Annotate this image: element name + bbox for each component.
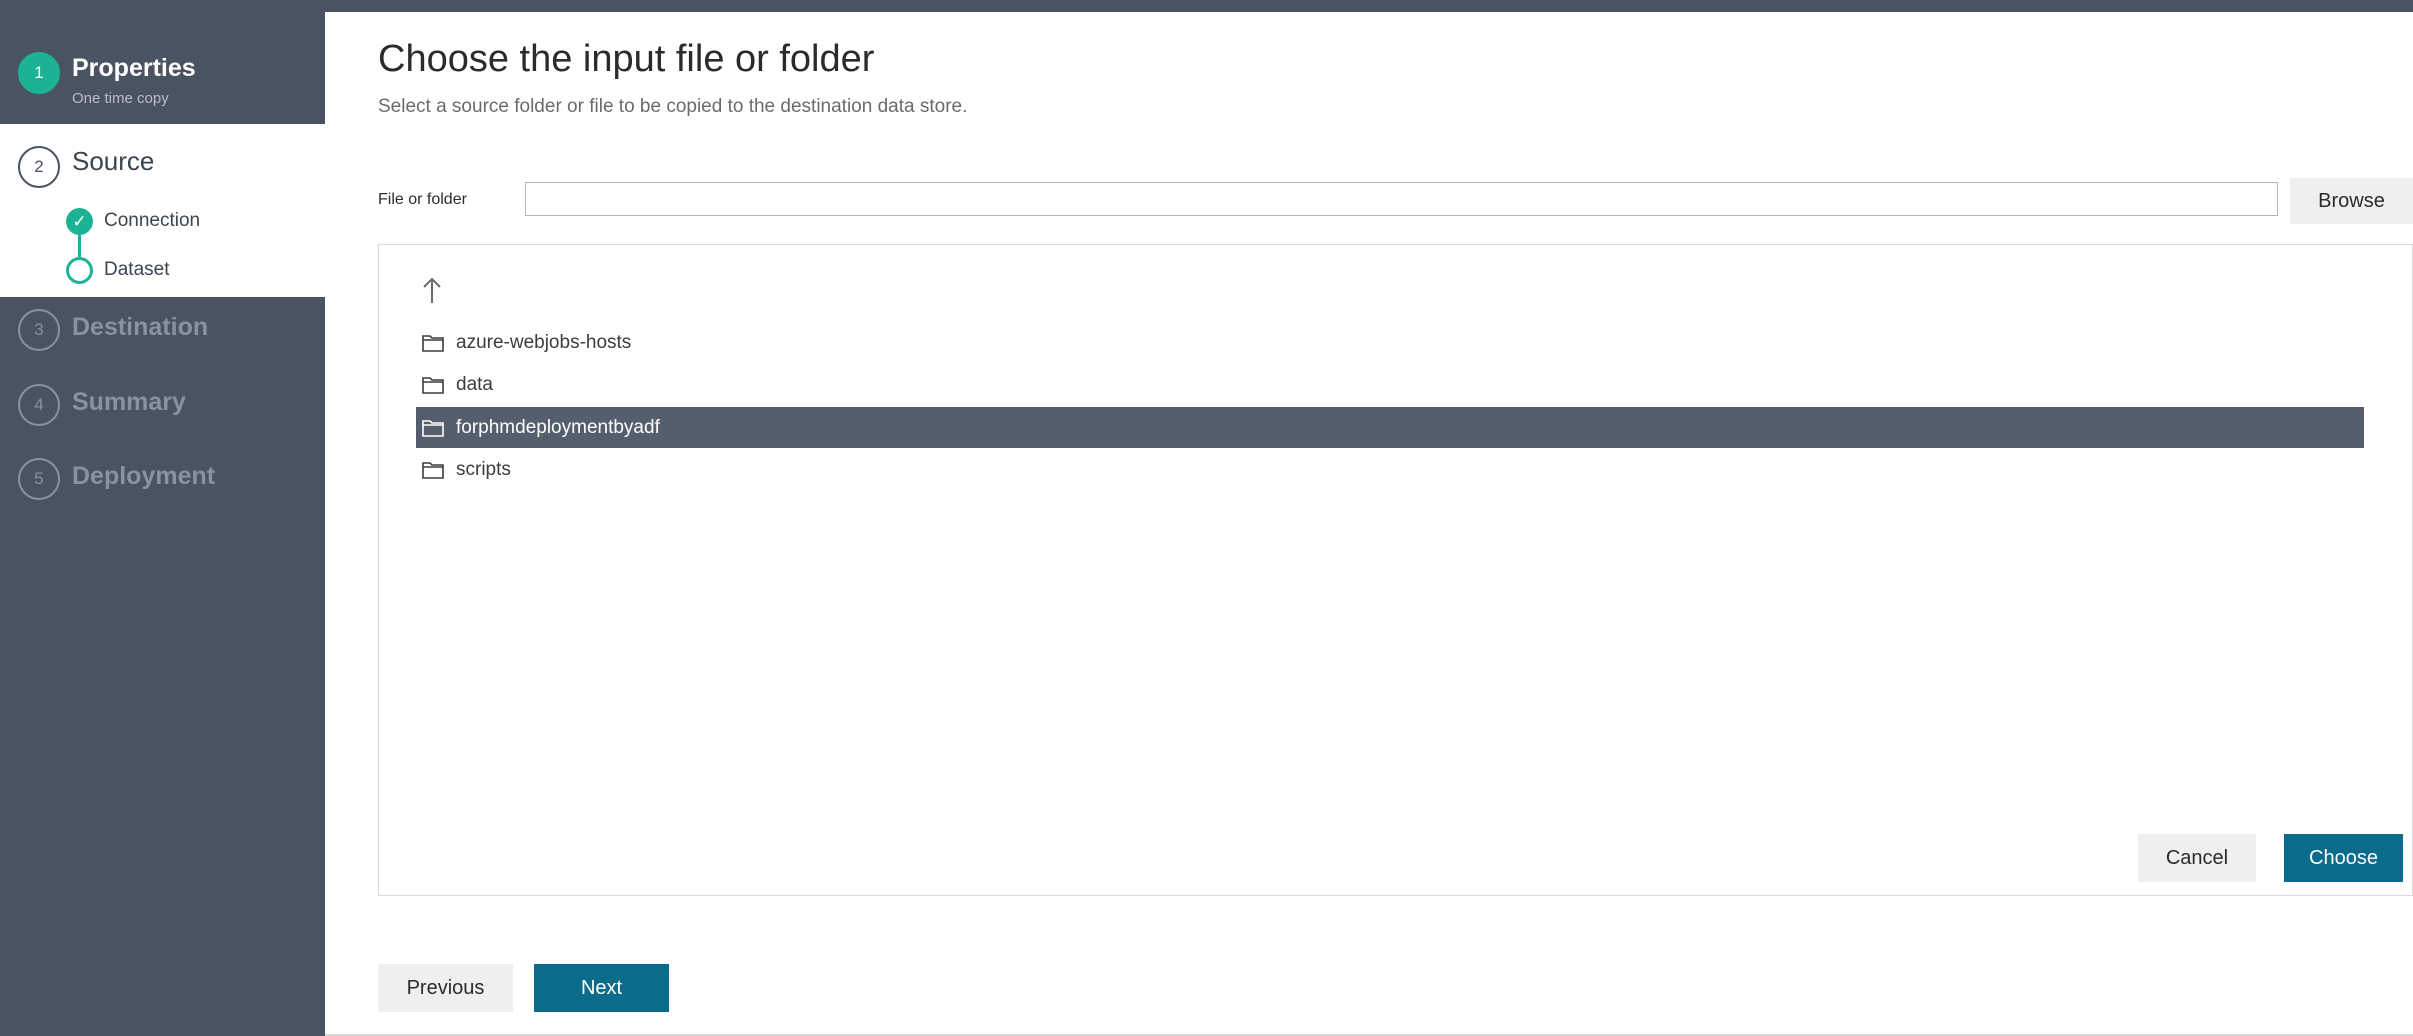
folder-name: data xyxy=(456,373,493,395)
folder-icon xyxy=(422,376,444,394)
top-bar xyxy=(0,0,2413,12)
cancel-button[interactable]: Cancel xyxy=(2138,834,2256,882)
file-or-folder-input[interactable] xyxy=(525,182,2278,216)
step-number-badge: 5 xyxy=(18,458,60,500)
checkmark-icon: ✓ xyxy=(66,208,93,235)
step-title: Destination xyxy=(72,313,209,341)
page-title: Choose the input file or folder xyxy=(378,38,875,80)
step-subtitle: One time copy xyxy=(72,90,169,107)
wizard-step-destination[interactable]: 3 Destination xyxy=(0,309,325,379)
choose-button[interactable]: Choose xyxy=(2284,834,2403,882)
step-number-badge: 2 xyxy=(18,146,60,188)
wizard-sidebar: 1 Properties One time copy 2 Source ✓ Co… xyxy=(0,12,325,1036)
folder-row[interactable]: data xyxy=(416,364,2364,405)
folder-row[interactable]: scripts xyxy=(416,449,2364,490)
substep-connector xyxy=(78,235,81,257)
folder-icon xyxy=(422,419,444,437)
ring-icon xyxy=(66,257,93,284)
previous-button[interactable]: Previous xyxy=(378,964,513,1012)
browse-button[interactable]: Browse xyxy=(2290,178,2413,224)
step-number-badge: 1 xyxy=(18,52,60,94)
step-number-badge: 4 xyxy=(18,384,60,426)
folder-name: azure-webjobs-hosts xyxy=(456,331,632,353)
substep-label: Dataset xyxy=(104,259,170,280)
wizard-step-properties[interactable]: 1 Properties One time copy xyxy=(0,12,325,124)
file-or-folder-label: File or folder xyxy=(378,191,467,208)
step-title: Summary xyxy=(72,388,186,416)
folder-name: scripts xyxy=(456,458,511,480)
folder-icon xyxy=(422,334,444,352)
step-title: Deployment xyxy=(72,462,216,490)
wizard-step-summary[interactable]: 4 Summary xyxy=(0,384,325,454)
next-button[interactable]: Next xyxy=(534,964,669,1012)
folder-icon xyxy=(422,461,444,479)
arrow-up-icon[interactable] xyxy=(419,275,445,305)
folder-row[interactable]: azure-webjobs-hosts xyxy=(416,322,2364,363)
wizard-step-source[interactable]: 2 Source ✓ Connection Dataset xyxy=(0,124,325,297)
step-title: Source xyxy=(72,146,155,176)
step-title: Properties xyxy=(72,54,196,82)
main-panel: Choose the input file or folder Select a… xyxy=(325,12,2413,1036)
wizard-step-deployment[interactable]: 5 Deployment xyxy=(0,458,325,528)
folder-name: forphmdeploymentbyadf xyxy=(456,416,660,438)
folder-browser: azure-webjobs-hosts data forphmdeploymen… xyxy=(378,244,2413,896)
step-number-badge: 3 xyxy=(18,309,60,351)
substep-label: Connection xyxy=(104,210,201,231)
page-subtitle: Select a source folder or file to be cop… xyxy=(378,96,968,117)
folder-row-selected[interactable]: forphmdeploymentbyadf xyxy=(416,407,2364,448)
